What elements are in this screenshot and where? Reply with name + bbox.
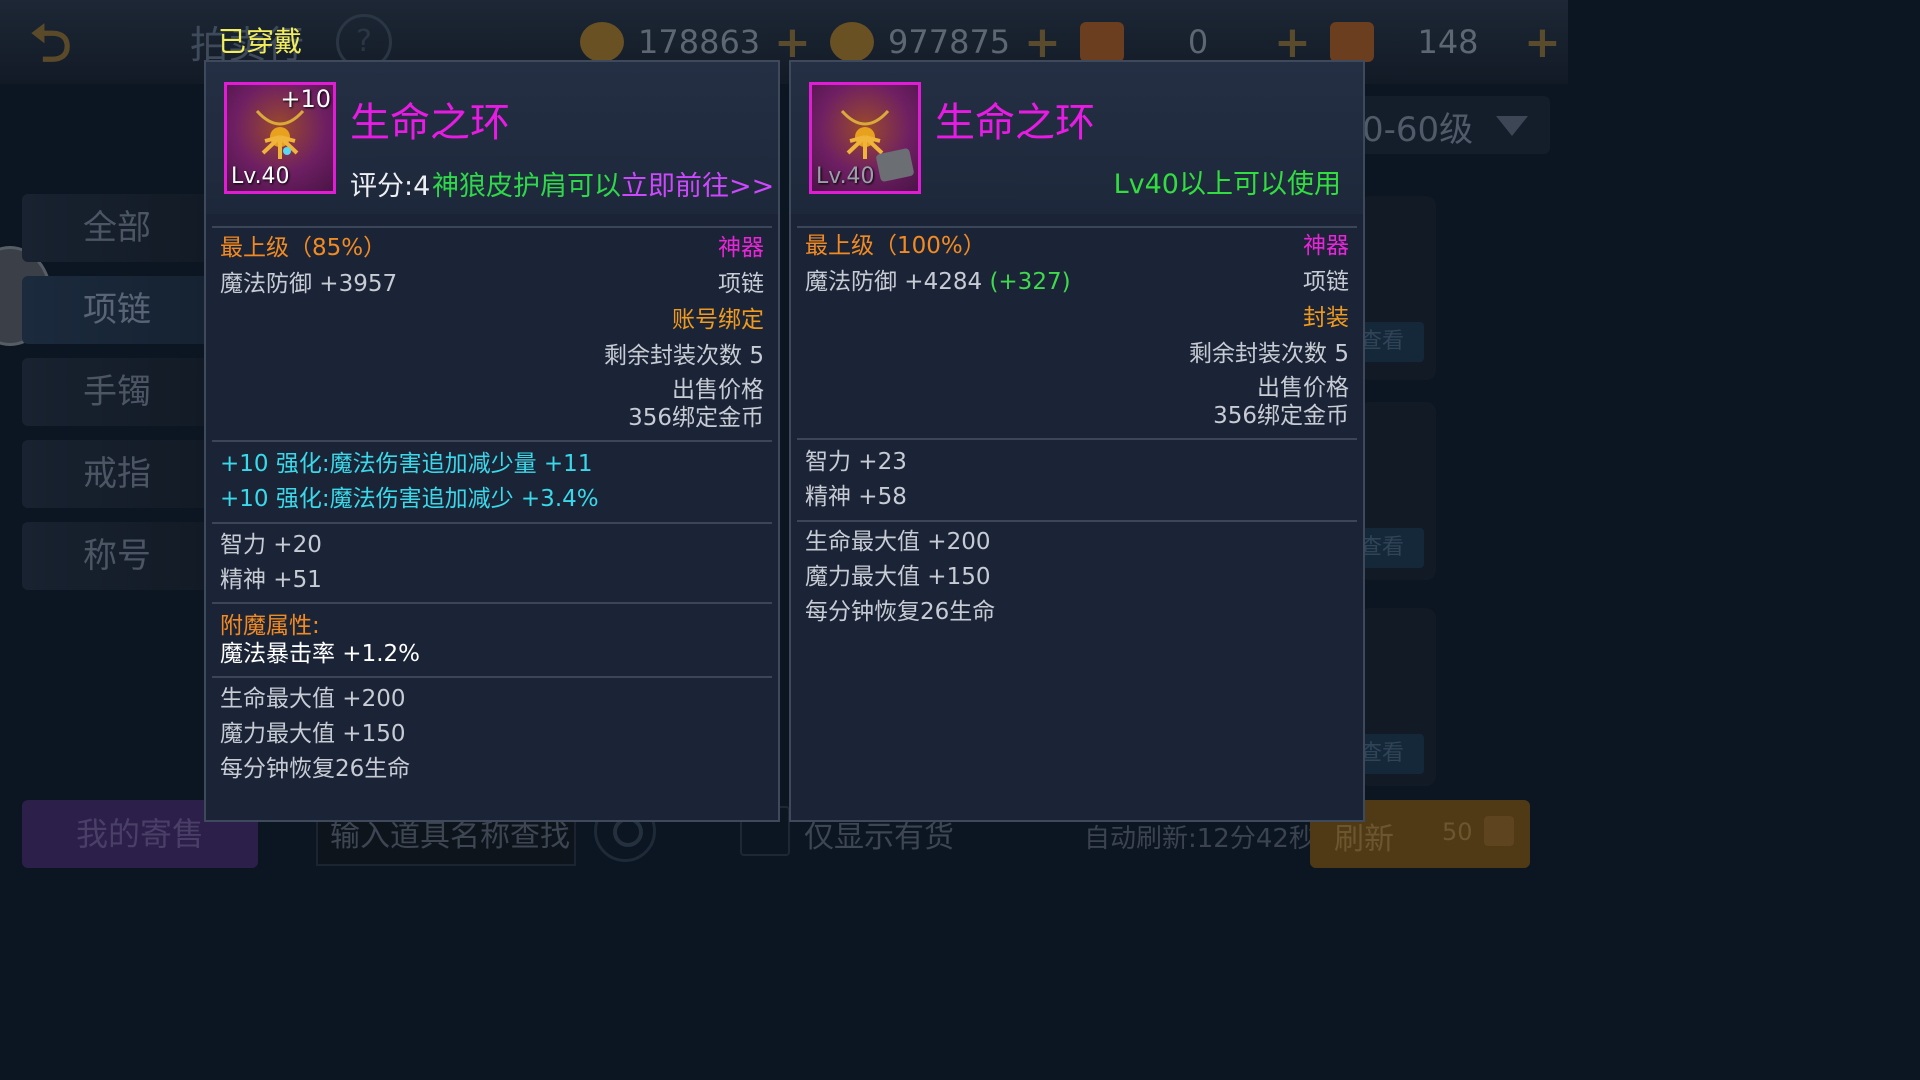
category-ring[interactable]: 戒指 xyxy=(22,440,212,508)
main-stat: 魔法防御 +3957 xyxy=(220,271,398,297)
currency-value: 148 xyxy=(1417,23,1479,61)
extra-stat: 生命最大值 +200 xyxy=(220,686,406,712)
divider xyxy=(212,676,772,678)
add-scroll-button[interactable]: + xyxy=(1524,17,1561,68)
item-name: 生命之环 xyxy=(350,100,510,146)
currency-scroll-a: 0 + xyxy=(1080,17,1311,68)
item-grade: 最上级（85%） xyxy=(220,235,387,261)
item-name: 生命之环 xyxy=(935,100,1095,146)
category-bracelet[interactable]: 手镯 xyxy=(22,358,212,426)
grade-row: 最上级（100%） 神器 xyxy=(805,230,1349,262)
refresh-cost: 50 xyxy=(1442,818,1473,846)
main-stat: 魔法防御 +4284 xyxy=(805,269,983,295)
compared-item-tooltip: Lv.40 生命之环 Lv40以上可以使用 最上级（100%） 神器 魔法防御 … xyxy=(789,60,1365,822)
equipped-tag: 已穿戴 xyxy=(218,25,303,58)
divider xyxy=(212,602,772,604)
item-grade: 最上级（100%） xyxy=(805,233,986,259)
tooltip-header: Lv.40 生命之环 Lv40以上可以使用 xyxy=(791,62,1363,214)
base-stat: 智力 +20 xyxy=(220,532,322,558)
binding-status: 账号绑定 xyxy=(672,307,764,333)
item-rarity: 神器 xyxy=(718,235,764,261)
extra-stat: 生命最大值 +200 xyxy=(805,529,991,555)
seal-count: 剩余封装次数 5 xyxy=(1189,341,1349,367)
base-stat: 精神 +51 xyxy=(220,567,322,593)
level-requirement: Lv40以上可以使用 xyxy=(1113,169,1341,200)
tooltip-header: +10 Lv.40 生命之环 评分:4 神狼皮护肩可以立即前往>> xyxy=(206,62,778,214)
item-level: Lv.40 xyxy=(816,164,875,189)
auto-refresh-timer: 自动刷新:12分42秒 xyxy=(1084,824,1315,854)
extra-stat: 每分钟恢复26生命 xyxy=(805,599,996,625)
scroll-icon xyxy=(1080,22,1124,62)
sell-price: 356绑定金币 xyxy=(1213,403,1349,429)
currency-value: 0 xyxy=(1187,23,1209,61)
divider xyxy=(212,440,772,442)
item-score: 评分:4 xyxy=(350,171,431,202)
main-stat-row: 魔法防御 +4284 (+327) 项链 xyxy=(805,266,1349,298)
level-filter-value: 0-60级 xyxy=(1362,110,1474,150)
chevron-down-icon xyxy=(1496,116,1528,136)
detail-button[interactable]: 查看详情 xyxy=(1360,528,1424,568)
extra-stat: 魔力最大值 +150 xyxy=(805,564,991,590)
level-filter-dropdown[interactable]: 0-60级 xyxy=(1350,96,1550,154)
divider xyxy=(212,522,772,524)
item-rarity: 神器 xyxy=(1303,233,1349,259)
scroll-icon xyxy=(1484,816,1514,846)
currency-value: 977875 xyxy=(888,23,1011,61)
enhance-line: +10 强化:魔法伤害追加减少量 +11 xyxy=(220,451,593,477)
divider xyxy=(797,438,1357,440)
sealed-box-icon xyxy=(875,147,915,183)
base-stat: 精神 +58 xyxy=(805,484,907,510)
enhance-line: +10 强化:魔法伤害追加减少 +3.4% xyxy=(220,486,599,512)
category-title[interactable]: 称号 xyxy=(22,522,212,590)
divider xyxy=(797,520,1357,522)
seal-count: 剩余封装次数 5 xyxy=(604,343,764,369)
promo-banner[interactable]: 神狼皮护肩可以立即前往>> xyxy=(432,164,774,203)
extra-stat: 魔力最大值 +150 xyxy=(220,721,406,747)
back-arrow-icon[interactable]: ⮌ xyxy=(30,12,150,76)
go-now-link[interactable]: 立即前往>> xyxy=(621,171,774,202)
currency-gold: 977875 + xyxy=(830,17,1061,68)
grade-row: 最上级（85%） 神器 xyxy=(220,232,764,264)
detail-button[interactable]: 查看详情 xyxy=(1360,322,1424,362)
detail-button[interactable]: 查看详情 xyxy=(1360,734,1424,774)
item-icon: +10 Lv.40 xyxy=(224,82,336,194)
item-icon: Lv.40 xyxy=(809,82,921,194)
currency-coins: 178863 + xyxy=(580,17,811,68)
promo-text: 神狼皮护肩 xyxy=(432,171,567,202)
main-stat-row: 魔法防御 +3957 项链 xyxy=(220,268,764,300)
equipped-item-tooltip: +10 Lv.40 生命之环 评分:4 神狼皮护肩可以立即前往>> 最上级（85… xyxy=(204,60,780,822)
item-level: Lv.40 xyxy=(231,164,290,189)
category-all[interactable]: 全部 xyxy=(22,194,212,262)
main-stat-diff: (+327) xyxy=(989,269,1071,295)
necklace-icon xyxy=(255,109,305,159)
item-slot: 项链 xyxy=(1303,269,1349,295)
scroll-icon xyxy=(1330,22,1374,62)
enchant-value: 魔法暴击率 +1.2% xyxy=(220,641,421,667)
base-stat: 智力 +23 xyxy=(805,449,907,475)
enhance-level: +10 xyxy=(280,85,331,113)
currency-value: 178863 xyxy=(638,23,761,61)
promo-tail: 可以 xyxy=(567,171,621,202)
binding-status: 封装 xyxy=(1303,305,1349,331)
currency-scroll-b: 148 + xyxy=(1330,17,1561,68)
gold-coin-icon xyxy=(830,22,874,62)
sell-price: 356绑定金币 xyxy=(628,405,764,431)
item-slot: 项链 xyxy=(718,271,764,297)
coin-icon xyxy=(580,22,624,62)
divider xyxy=(797,226,1357,228)
extra-stat: 每分钟恢复26生命 xyxy=(220,756,411,782)
divider xyxy=(212,226,772,228)
category-necklace[interactable]: 项链 xyxy=(22,276,212,344)
